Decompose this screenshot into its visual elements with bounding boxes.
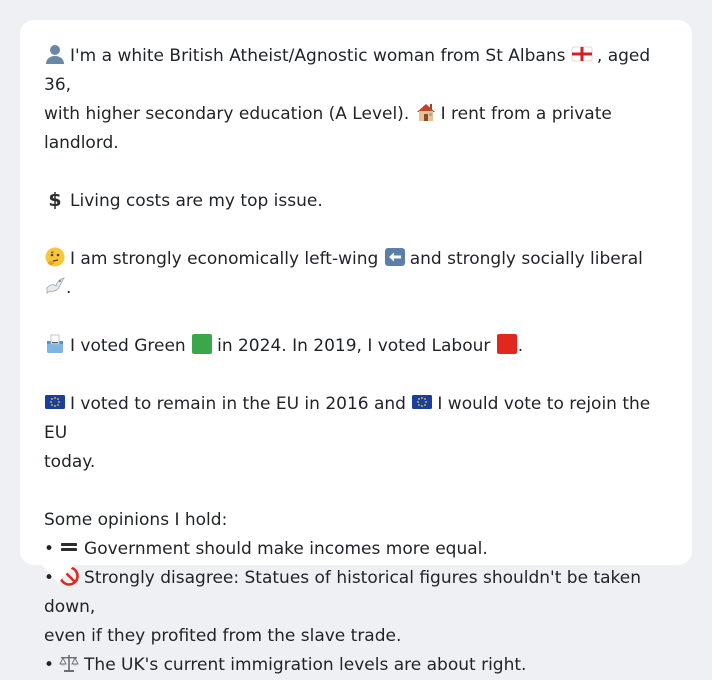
ballot-box-icon: [44, 333, 66, 355]
red-square-icon: [496, 333, 518, 355]
vote-2019-text: in 2024. In 2019, I voted Labour: [217, 336, 491, 356]
vote-period: .: [517, 336, 524, 356]
social-text: and strongly socially liberal: [409, 249, 643, 269]
dollar-sign-icon: $: [44, 188, 66, 210]
top-issue-text: Living costs are my top issue.: [70, 191, 323, 211]
svg-text:$: $: [48, 189, 61, 210]
opinion-text-continued: even if they profited from the slave tra…: [44, 626, 402, 646]
list-item: • The UK's current immigration levels ar…: [44, 651, 668, 680]
thinking-face-icon: [44, 246, 66, 268]
opinion-text: Strongly disagree: Statues of historical…: [44, 568, 642, 617]
bullet: •: [44, 655, 55, 675]
opinion-text: Government should make incomes more equa…: [84, 539, 488, 559]
dove-icon: [44, 275, 66, 297]
voting-history: I voted Green in 2024. In 2019, I voted …: [44, 332, 668, 361]
speech-bubble-tail: [40, 563, 76, 583]
left-arrow-icon: [384, 246, 406, 268]
opinion-text: The UK's current immigration levels are …: [84, 655, 527, 675]
opinions-section: Some opinions I hold: • Government shoul…: [44, 506, 668, 680]
education-text: with higher secondary education (A Level…: [44, 104, 410, 124]
political-position: I am strongly economically left-wing and…: [44, 245, 668, 303]
person-silhouette-icon: [44, 43, 66, 65]
list-item: • Government should make incomes more eq…: [44, 535, 668, 564]
balance-scale-icon: [58, 652, 80, 674]
eu-2016-text: I voted to remain in the EU in 2016 and: [70, 394, 406, 414]
eu-flag-icon: [411, 391, 433, 413]
eu-today-text: today.: [44, 452, 96, 472]
political-period: .: [66, 278, 72, 298]
equals-sign-icon: [58, 536, 80, 558]
bullet: •: [44, 539, 55, 559]
house-icon: [415, 101, 437, 123]
persona-message-card: I'm a white British Atheist/Agnostic wom…: [20, 20, 692, 675]
eu-position: I voted to remain in the EU in 2016 and …: [44, 390, 668, 477]
green-square-icon: [191, 333, 213, 355]
opinions-heading: Some opinions I hold:: [44, 510, 228, 530]
eu-flag-icon: [44, 391, 66, 413]
intro-text-a: I'm a white British Atheist/Agnostic wom…: [70, 46, 566, 66]
economic-text: I am strongly economically left-wing: [70, 249, 379, 269]
list-item: • Strongly disagree: Statues of historic…: [44, 564, 668, 622]
england-flag-icon: [571, 43, 593, 65]
persona-intro: I'm a white British Atheist/Agnostic wom…: [44, 42, 668, 158]
top-issue: $ Living costs are my top issue.: [44, 187, 668, 216]
vote-2024-text: I voted Green: [70, 336, 186, 356]
